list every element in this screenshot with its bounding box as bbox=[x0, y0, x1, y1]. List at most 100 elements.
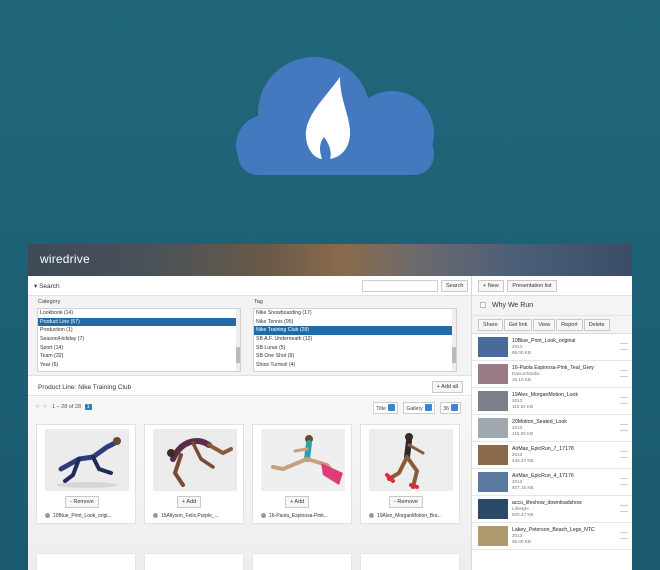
panel-actions: Share Get link View Report Delete bbox=[472, 316, 632, 334]
item-size: 115.00 KB bbox=[512, 430, 534, 436]
asset-name-text: 19Alex_MorganMotion_Bra... bbox=[377, 513, 442, 519]
view-button[interactable]: View bbox=[533, 319, 556, 331]
presentation-list-button[interactable]: Presentation list bbox=[507, 280, 557, 292]
drag-handle-icon[interactable] bbox=[620, 532, 628, 539]
asset-card[interactable]: - Remove 19Alex_MorganMotion_Bra... bbox=[360, 424, 460, 524]
tag-item[interactable]: SB One Shot (9) bbox=[254, 352, 456, 361]
add-button[interactable]: + Add bbox=[177, 496, 202, 508]
item-thumbnail[interactable] bbox=[478, 418, 508, 438]
results-header: Product Line: Nike Training Club + Add a… bbox=[28, 378, 471, 396]
athlete-photo-icon bbox=[45, 429, 129, 491]
asset-card[interactable]: - Remove 10Blue_Print_Look_origi... bbox=[36, 424, 136, 524]
video-icon bbox=[153, 513, 158, 518]
search-toggle[interactable]: ▾ Search bbox=[34, 282, 60, 290]
presentation-item[interactable]: 20Motion_Seated_Look 2013 115.00 KB bbox=[472, 415, 632, 442]
presentation-panel: + New Presentation list Why We Run Share… bbox=[471, 276, 632, 570]
remove-button[interactable]: - Remove bbox=[389, 496, 423, 508]
item-meta: 2013 110.92 KB bbox=[512, 398, 533, 409]
cloud-flame-logo bbox=[236, 57, 434, 175]
item-thumbnail[interactable] bbox=[478, 445, 508, 465]
item-thumbnail[interactable] bbox=[478, 391, 508, 411]
asset-card[interactable]: + Add 16-Paola_Espinosa-Pink... bbox=[252, 424, 352, 524]
delete-button[interactable]: Delete bbox=[583, 319, 610, 331]
category-item[interactable]: Production (1) bbox=[38, 326, 240, 335]
asset-thumbnail[interactable] bbox=[45, 429, 129, 491]
search-button[interactable]: Search bbox=[441, 280, 469, 292]
get-link-button[interactable]: Get link bbox=[503, 319, 533, 331]
asset-card[interactable] bbox=[252, 553, 352, 570]
drag-handle-icon[interactable] bbox=[620, 451, 628, 458]
category-item[interactable]: Season/Holiday (7) bbox=[38, 335, 240, 344]
tag-item[interactable]: SB A.F. Underneath (12) bbox=[254, 335, 456, 344]
item-meta: 2013 88.00 KB bbox=[512, 344, 531, 355]
presentation-item[interactable]: 16-Paola Espinosa-Pink_Teal_Grey Dance/St… bbox=[472, 361, 632, 388]
tag-list[interactable]: Nike Snowboarding (17) Nike Tennis (95) Ni… bbox=[253, 308, 457, 372]
item-thumbnail[interactable] bbox=[478, 526, 508, 546]
asset-name: 15Allyson_Felix,Purple_... bbox=[153, 513, 219, 519]
chevron-down-icon bbox=[387, 404, 395, 411]
view-select[interactable]: Gallery bbox=[403, 402, 435, 414]
sort-select[interactable]: Title bbox=[373, 402, 398, 414]
drag-handle-icon[interactable] bbox=[620, 397, 628, 404]
tag-item[interactable]: SB Lunar (5) bbox=[254, 344, 456, 353]
category-scrollbar[interactable] bbox=[236, 309, 240, 371]
category-item[interactable]: Product Line (57) bbox=[38, 317, 240, 327]
drag-handle-icon[interactable] bbox=[620, 370, 628, 377]
presentation-item[interactable]: Lakey_Peterson_Beach_Legs_NTC 2013 95.00 K… bbox=[472, 523, 632, 550]
item-thumbnail[interactable] bbox=[478, 499, 508, 519]
athlete-photo-icon bbox=[369, 429, 453, 491]
item-size: 16.10 KB bbox=[512, 376, 531, 382]
asset-thumbnail[interactable] bbox=[153, 429, 237, 491]
drag-handle-icon[interactable] bbox=[620, 343, 628, 350]
sort-select-value: Title bbox=[376, 406, 386, 412]
category-item[interactable]: Lookbook (14) bbox=[38, 309, 240, 318]
chevron-down-icon bbox=[424, 404, 432, 411]
add-all-button[interactable]: + Add all bbox=[431, 381, 463, 393]
asset-thumbnail[interactable] bbox=[261, 429, 345, 491]
asset-thumbnail[interactable] bbox=[369, 429, 453, 491]
next-page-icon[interactable]: > bbox=[43, 404, 46, 410]
remove-button[interactable]: - Remove bbox=[65, 496, 99, 508]
per-page-select[interactable]: 36 bbox=[440, 402, 461, 414]
tag-item[interactable]: Nike Snowboarding (17) bbox=[254, 309, 456, 318]
drag-handle-icon[interactable] bbox=[620, 478, 628, 485]
filters-panel: Category Lookbook (14) Product Line (57) P… bbox=[28, 296, 471, 376]
report-button[interactable]: Report bbox=[556, 319, 583, 331]
app-window: wiredrive ▾ Search Search Category Lookb… bbox=[28, 244, 632, 570]
asset-card[interactable]: + Add 15Allyson_Felix,Purple_... bbox=[144, 424, 244, 524]
presentation-item[interactable]: accu_lifeshow_downloadshow Lifestyle 500.4… bbox=[472, 496, 632, 523]
item-meta: 2013 407.15 KB bbox=[512, 479, 533, 490]
tag-item[interactable]: Show Turmoil (4) bbox=[254, 361, 456, 370]
presentation-item[interactable]: 10Blue_Print_Look_original 2013 88.00 KB bbox=[472, 334, 632, 361]
tag-scrollbar[interactable] bbox=[452, 309, 456, 371]
share-button[interactable]: Share bbox=[478, 319, 503, 331]
panel-toolbar: + New Presentation list bbox=[472, 276, 632, 296]
drag-handle-icon[interactable] bbox=[620, 424, 628, 431]
item-size: 500.47 KB bbox=[512, 511, 534, 517]
category-item[interactable]: Team (32) bbox=[38, 352, 240, 361]
add-button[interactable]: + Add bbox=[285, 496, 310, 508]
presentation-item[interactable]: AirMax_EpicRun_4_17176 2013 407.15 KB bbox=[472, 469, 632, 496]
item-size: 110.92 KB bbox=[512, 403, 534, 409]
brand-logo: wiredrive bbox=[40, 252, 90, 266]
tag-item[interactable]: Nike Tennis (95) bbox=[254, 318, 456, 327]
presentation-item[interactable]: 19Alex_MorganMotion_Look 2013 110.92 KB bbox=[472, 388, 632, 415]
category-item[interactable]: Year (6) bbox=[38, 361, 240, 370]
tag-item[interactable]: Nike Training Club (28) bbox=[254, 326, 456, 336]
asset-card[interactable] bbox=[360, 553, 460, 570]
drag-handle-icon[interactable] bbox=[620, 505, 628, 512]
page-number[interactable]: 1 bbox=[84, 404, 92, 410]
asset-card[interactable] bbox=[36, 553, 136, 570]
category-list[interactable]: Lookbook (14) Product Line (57) Production… bbox=[37, 308, 241, 372]
presentation-item[interactable]: AirMax_EpicRun_7_17178 2013 445.47 KB bbox=[472, 442, 632, 469]
item-thumbnail[interactable] bbox=[478, 364, 508, 384]
search-input[interactable] bbox=[362, 280, 438, 292]
category-item[interactable]: Sport (14) bbox=[38, 344, 240, 353]
asset-card[interactable] bbox=[144, 553, 244, 570]
video-icon bbox=[45, 513, 50, 518]
select-all-checkbox[interactable] bbox=[480, 302, 486, 308]
new-button[interactable]: + New bbox=[478, 280, 504, 292]
prev-page-icon[interactable]: < bbox=[36, 404, 39, 410]
item-thumbnail[interactable] bbox=[478, 472, 508, 492]
item-thumbnail[interactable] bbox=[478, 337, 508, 357]
